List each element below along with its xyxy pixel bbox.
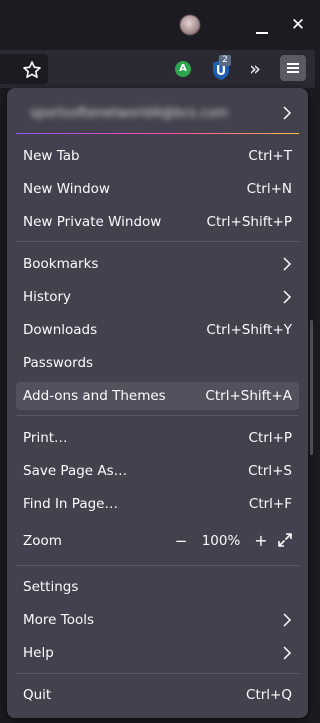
menu-item-shortcut: Ctrl+Q (246, 687, 292, 703)
menu-item-shortcut: Ctrl+Shift+A (205, 388, 292, 404)
menu-item-label: New Window (23, 181, 110, 197)
menu-item-label: New Tab (23, 148, 80, 164)
zoom-out-button[interactable]: − (170, 530, 192, 552)
menu-item-shortcut: Ctrl+F (248, 496, 292, 512)
fullscreen-icon[interactable] (277, 532, 293, 548)
menu-separator (16, 415, 299, 416)
ublock-badge: 2 (219, 55, 231, 66)
star-icon[interactable] (22, 60, 42, 80)
menu-item-add-ons-and-themes[interactable]: Add-ons and Themes Ctrl+Shift+A (16, 382, 299, 410)
menu-item-label: History (23, 289, 72, 305)
menu-item-history[interactable]: History (16, 283, 299, 311)
menu-separator (16, 673, 299, 674)
menu-item-passwords[interactable]: Passwords (16, 349, 299, 377)
account-button[interactable]: sportsoftenetworld4@bcs.com (16, 98, 299, 128)
menu-item-more-tools[interactable]: More Tools (16, 606, 299, 634)
menu-item-bookmarks[interactable]: Bookmarks (16, 250, 299, 278)
profile-avatar[interactable] (180, 15, 200, 35)
menu-item-label: More Tools (23, 612, 95, 628)
chevron-right-icon (283, 106, 292, 120)
hamburger-menu-icon[interactable] (280, 55, 306, 81)
menu-item-print[interactable]: Print… Ctrl+P (16, 424, 299, 452)
menu-item-label: Bookmarks (23, 256, 99, 272)
url-bar[interactable] (0, 54, 48, 84)
minimize-button[interactable] (256, 32, 268, 34)
menu-item-label: Find In Page… (23, 496, 118, 512)
close-button[interactable]: ✕ (290, 16, 306, 34)
menu-item-save-page-as[interactable]: Save Page As… Ctrl+S (16, 457, 299, 485)
zoom-in-button[interactable]: + (250, 530, 272, 552)
zoom-label: Zoom (23, 533, 62, 549)
overflow-chevrons-icon[interactable]: » (245, 59, 265, 79)
navigation-toolbar: A 2 » (0, 50, 315, 88)
menu-item-shortcut: Ctrl+N (246, 181, 292, 197)
menu-item-label: Settings (23, 579, 79, 595)
extension-a-icon[interactable]: A (175, 61, 191, 77)
menu-item-shortcut: Ctrl+Shift+P (206, 214, 292, 230)
account-email: sportsoftenetworld4@bcs.com (30, 106, 229, 121)
menu-item-label: Print… (23, 430, 68, 446)
menu-separator (16, 565, 299, 566)
menu-item-label: Passwords (23, 355, 94, 371)
menu-item-quit[interactable]: Quit Ctrl+Q (16, 681, 299, 709)
menu-item-downloads[interactable]: Downloads Ctrl+Shift+Y (16, 316, 299, 344)
menu-item-label: Help (23, 645, 54, 661)
menu-item-shortcut: Ctrl+T (248, 148, 292, 164)
menu-item-new-window[interactable]: New Window Ctrl+N (16, 175, 299, 203)
scrollbar[interactable] (310, 320, 313, 455)
menu-item-label: Downloads (23, 322, 98, 338)
chevron-right-icon (283, 613, 292, 627)
menu-item-new-tab[interactable]: New Tab Ctrl+T (16, 142, 299, 170)
title-bar: ✕ (0, 0, 315, 50)
chevron-right-icon (283, 257, 292, 271)
menu-item-shortcut: Ctrl+P (248, 430, 292, 446)
menu-item-shortcut: Ctrl+S (248, 463, 292, 479)
menu-item-new-private-window[interactable]: New Private Window Ctrl+Shift+P (16, 208, 299, 236)
menu-item-shortcut: Ctrl+Shift+Y (206, 322, 292, 338)
menu-item-find-in-page[interactable]: Find In Page… Ctrl+F (16, 490, 299, 518)
menu-item-label: Quit (23, 687, 52, 703)
menu-item-label: Save Page As… (23, 463, 128, 479)
menu-item-label: New Private Window (23, 214, 162, 230)
app-menu-panel: sportsoftenetworld4@bcs.com New Tab Ctrl… (7, 88, 308, 718)
chevron-right-icon (283, 646, 292, 660)
account-gradient-divider (16, 133, 299, 134)
menu-item-zoom: Zoom − 100% + (16, 527, 299, 555)
menu-item-help[interactable]: Help (16, 639, 299, 667)
menu-item-settings[interactable]: Settings (16, 573, 299, 601)
menu-separator (16, 241, 299, 242)
zoom-reset-button[interactable]: 100% (196, 533, 246, 549)
menu-item-label: Add-ons and Themes (23, 388, 166, 404)
chevron-right-icon (283, 290, 292, 304)
